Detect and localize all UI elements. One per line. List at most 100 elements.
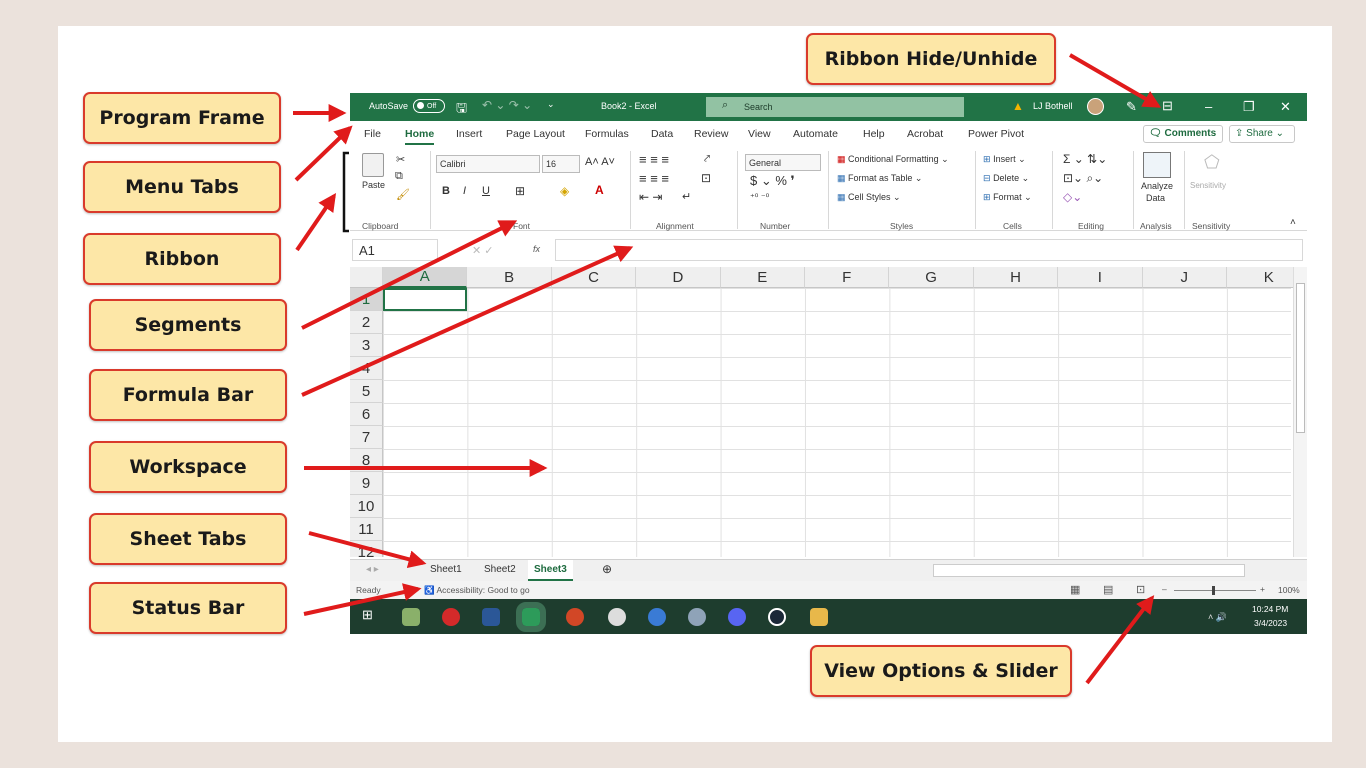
app-icon-4[interactable] bbox=[688, 608, 706, 626]
column-header-a[interactable]: A bbox=[383, 267, 468, 288]
delete-cells-button[interactable]: ⊟ Delete ⌄ bbox=[983, 173, 1029, 184]
pen-icon[interactable]: ✎ bbox=[1126, 99, 1137, 115]
tab-acrobat[interactable]: Acrobat bbox=[907, 128, 943, 140]
decimal-icon[interactable]: ⁺⁰ ⁻⁰ bbox=[750, 192, 769, 203]
tab-home[interactable]: Home bbox=[405, 128, 435, 145]
page-layout-view-icon[interactable]: ▤ bbox=[1103, 583, 1113, 596]
format-as-table-button[interactable]: ▦ Format as Table ⌄ bbox=[837, 173, 922, 184]
tab-file[interactable]: File bbox=[364, 128, 381, 140]
warning-icon[interactable]: ▲ bbox=[1012, 99, 1024, 113]
powerpoint-icon[interactable] bbox=[566, 608, 584, 626]
undo-icon[interactable]: ↶ ⌄ ↷ ⌄ bbox=[482, 98, 532, 112]
autosum-icon[interactable]: Σ ⌄ ⇅⌄ bbox=[1063, 152, 1107, 166]
merge-center-icon[interactable]: ⊡ bbox=[701, 171, 711, 185]
tab-view[interactable]: View bbox=[748, 128, 771, 140]
excel-icon[interactable] bbox=[516, 602, 546, 632]
fx-icon[interactable]: fx bbox=[533, 244, 540, 254]
app-icon-2[interactable] bbox=[608, 608, 626, 626]
select-all-corner[interactable] bbox=[350, 267, 383, 288]
tab-data[interactable]: Data bbox=[651, 128, 673, 140]
paste-icon[interactable] bbox=[362, 153, 384, 177]
cell-styles-button[interactable]: ▦ Cell Styles ⌄ bbox=[837, 192, 901, 203]
conditional-formatting-button[interactable]: ▦ Conditional Formatting ⌄ bbox=[837, 154, 949, 165]
column-header-d[interactable]: D bbox=[636, 267, 721, 288]
zoom-slider[interactable] bbox=[1174, 590, 1256, 591]
close-icon[interactable]: ✕ bbox=[1280, 99, 1291, 115]
sheet-tab-3[interactable]: Sheet3 bbox=[528, 560, 573, 581]
orientation-icon[interactable]: ⤤ bbox=[704, 153, 710, 166]
row-header-7[interactable]: 7 bbox=[350, 426, 383, 449]
tab-help[interactable]: Help bbox=[863, 128, 885, 140]
wrap-text-icon[interactable]: ↵ bbox=[682, 190, 691, 203]
tab-page-layout[interactable]: Page Layout bbox=[506, 128, 565, 140]
align-left-icon[interactable]: ≡ ≡ ≡ bbox=[639, 171, 669, 186]
sheet-tab-2[interactable]: Sheet2 bbox=[484, 564, 516, 575]
analyze-data-label[interactable]: Analyze bbox=[1141, 181, 1173, 191]
vertical-scroll-thumb[interactable] bbox=[1296, 283, 1305, 433]
row-header-2[interactable]: 2 bbox=[350, 311, 383, 334]
share-button[interactable]: ⇪ Share ⌄ bbox=[1229, 125, 1295, 143]
app-icon-1[interactable] bbox=[402, 608, 420, 626]
top-align-icon[interactable]: ≡ ≡ ≡ bbox=[639, 152, 669, 167]
file-explorer-icon[interactable] bbox=[810, 608, 828, 626]
sheet-tab-1[interactable]: Sheet1 bbox=[430, 564, 462, 575]
tab-formulas[interactable]: Formulas bbox=[585, 128, 629, 140]
zoom-slider-thumb[interactable] bbox=[1212, 586, 1215, 595]
find-icon[interactable]: ⊡⌄ ⌕⌄ bbox=[1063, 171, 1103, 186]
discord-icon[interactable] bbox=[728, 608, 746, 626]
row-header-10[interactable]: 10 bbox=[350, 495, 383, 518]
sheet-nav-icon[interactable]: ◂ ▸ bbox=[366, 564, 379, 575]
font-size-select[interactable]: 16 bbox=[542, 155, 580, 173]
fill-color-icon[interactable]: ◈ bbox=[560, 184, 569, 198]
underline-icon[interactable]: U bbox=[482, 185, 490, 197]
restore-icon[interactable]: ❐ bbox=[1243, 99, 1255, 115]
app-icon-3[interactable] bbox=[648, 608, 666, 626]
format-cells-button[interactable]: ⊞ Format ⌄ bbox=[983, 192, 1032, 203]
windows-start-icon[interactable]: ⊞ bbox=[362, 607, 380, 625]
format-painter-icon[interactable]: 🖌 bbox=[396, 188, 410, 201]
zoom-out-icon[interactable]: – bbox=[1162, 584, 1167, 594]
row-header-9[interactable]: 9 bbox=[350, 472, 383, 495]
row-header-5[interactable]: 5 bbox=[350, 380, 383, 403]
comments-button[interactable]: 🗨 Comments bbox=[1143, 125, 1223, 143]
steam-icon[interactable] bbox=[768, 608, 786, 626]
ribbon-display-options-icon[interactable]: ⊟ bbox=[1162, 98, 1173, 114]
search-input[interactable]: ⌕ Search bbox=[706, 97, 964, 117]
row-header-3[interactable]: 3 bbox=[350, 334, 383, 357]
column-header-e[interactable]: E bbox=[720, 267, 805, 288]
bold-icon[interactable]: B bbox=[442, 185, 450, 197]
tab-power-pivot[interactable]: Power Pivot bbox=[968, 128, 1024, 140]
tray-icons[interactable]: ˄ 🔊 bbox=[1208, 612, 1227, 623]
zoom-level[interactable]: 100% bbox=[1278, 585, 1300, 595]
formula-input[interactable] bbox=[555, 239, 1303, 261]
number-format-select[interactable]: General bbox=[745, 154, 821, 171]
row-header-6[interactable]: 6 bbox=[350, 403, 383, 426]
column-header-i[interactable]: I bbox=[1058, 267, 1143, 288]
insert-cells-button[interactable]: ⊞ Insert ⌄ bbox=[983, 154, 1026, 165]
add-sheet-icon[interactable]: ⊕ bbox=[602, 562, 612, 576]
tab-review[interactable]: Review bbox=[694, 128, 728, 140]
minimize-icon[interactable]: – bbox=[1205, 99, 1212, 114]
accessibility-status[interactable]: ♿ Accessibility: Good to go bbox=[424, 585, 530, 596]
cut-icon[interactable]: ✂ bbox=[396, 153, 405, 166]
column-header-b[interactable]: B bbox=[467, 267, 552, 288]
workspace-grid[interactable]: A B C D E F G H I J K 1 2 3 4 5 6 7 8 9 10 11 12 bbox=[350, 267, 1307, 557]
word-icon[interactable] bbox=[482, 608, 500, 626]
active-cell-a1[interactable] bbox=[383, 288, 468, 311]
normal-view-icon[interactable]: ▦ bbox=[1070, 583, 1080, 596]
horizontal-scrollbar[interactable] bbox=[933, 564, 1245, 577]
column-header-c[interactable]: C bbox=[551, 267, 637, 288]
italic-icon[interactable]: I bbox=[463, 185, 466, 197]
opera-icon[interactable] bbox=[442, 608, 460, 626]
column-header-f[interactable]: F bbox=[805, 267, 890, 288]
save-icon[interactable]: 🖫 bbox=[456, 99, 467, 121]
row-header-8[interactable]: 8 bbox=[350, 449, 383, 472]
font-name-select[interactable]: Calibri bbox=[436, 155, 540, 173]
tab-automate[interactable]: Automate bbox=[793, 128, 838, 140]
row-header-11[interactable]: 11 bbox=[350, 518, 383, 541]
customize-qat-icon[interactable]: ⌄ bbox=[547, 99, 555, 110]
column-header-g[interactable]: G bbox=[889, 267, 974, 288]
avatar[interactable] bbox=[1087, 98, 1104, 115]
analyze-data-label-2[interactable]: Data bbox=[1146, 193, 1165, 203]
row-header-1[interactable]: 1 bbox=[350, 288, 383, 311]
